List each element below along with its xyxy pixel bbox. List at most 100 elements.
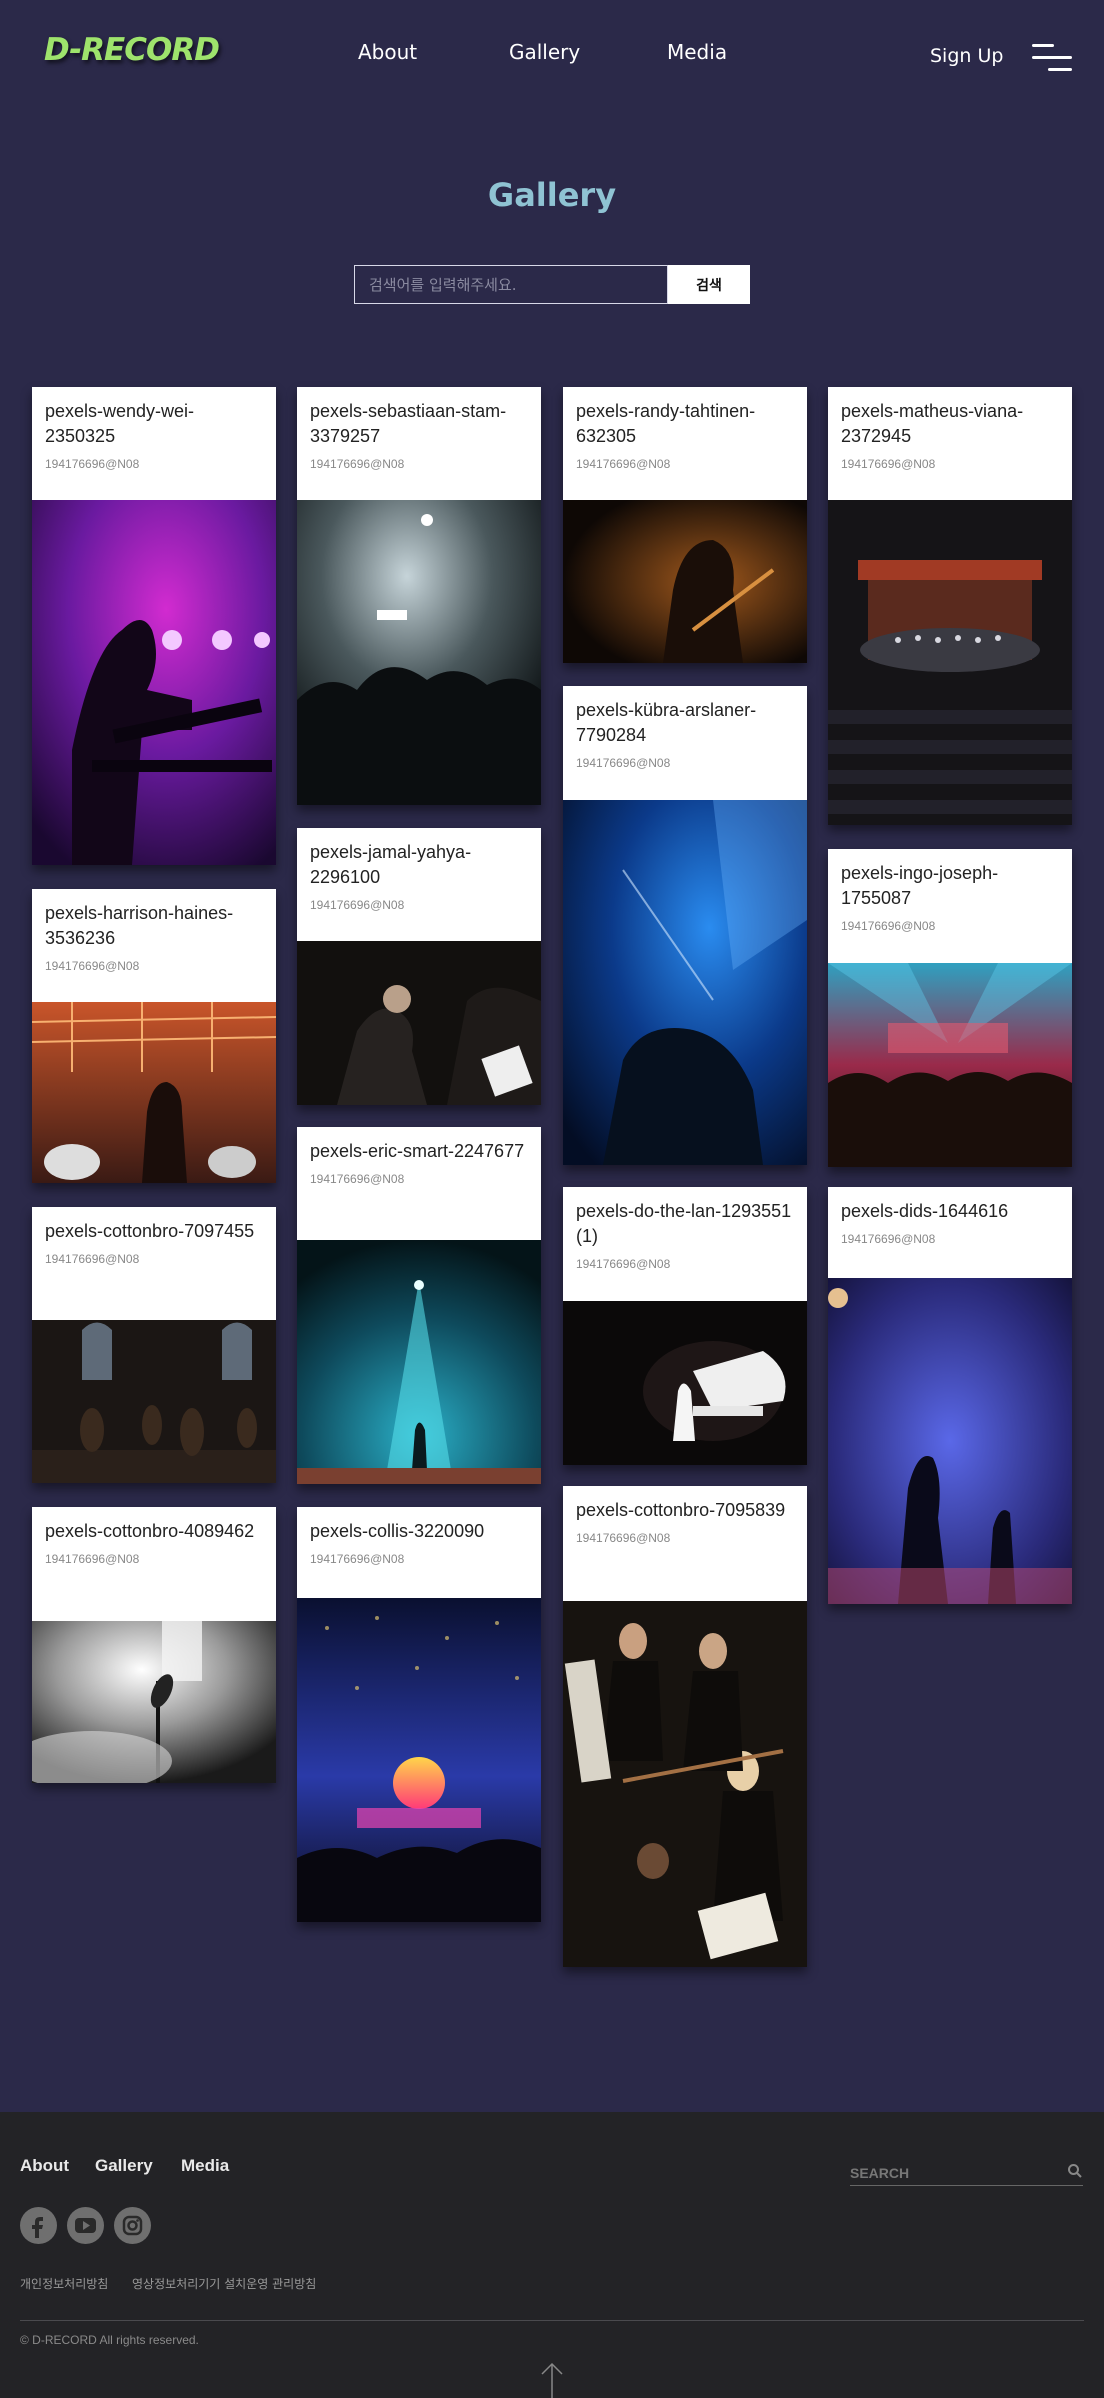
- card-owner: 194176696@N08: [310, 457, 405, 471]
- card-owner: 194176696@N08: [45, 1552, 140, 1566]
- card-title: pexels-sebastiaan-stam-3379257: [310, 401, 507, 446]
- card-title: pexels-matheus-viana-2372945: [841, 401, 1024, 446]
- band-studio-image: [32, 1002, 276, 1183]
- card-header: pexels-randy-tahtinen-632305 194176696@N…: [563, 387, 807, 500]
- card-header: pexels-harrison-haines-3536236 194176696…: [32, 889, 276, 1002]
- card-title: pexels-cottonbro-7095839: [576, 1500, 786, 1520]
- concert-keyboard-image: [32, 500, 276, 865]
- gallery-card[interactable]: pexels-wendy-wei-2350325 194176696@N08: [32, 387, 276, 865]
- card-header: pexels-cottonbro-4089462 194176696@N08: [32, 1507, 276, 1621]
- footer-nav-about[interactable]: About: [20, 2156, 69, 2176]
- string-ensemble-image: [32, 1320, 276, 1483]
- card-owner: 194176696@N08: [841, 1232, 936, 1246]
- card-title: pexels-eric-smart-2247677: [310, 1141, 525, 1161]
- card-title: pexels-collis-3220090: [310, 1521, 485, 1541]
- orchestra-theater-image: [828, 500, 1072, 825]
- card-owner: 194176696@N08: [841, 919, 936, 933]
- gallery-card[interactable]: pexels-randy-tahtinen-632305 194176696@N…: [563, 387, 807, 663]
- copyright: © D-RECORD All rights reserved.: [20, 2333, 199, 2347]
- card-header: pexels-do-the-lan-1293551 (1) 194176696@…: [563, 1187, 807, 1301]
- gallery-card[interactable]: pexels-sebastiaan-stam-3379257 194176696…: [297, 387, 541, 805]
- guitarists-stage-image: [828, 1278, 1072, 1604]
- card-header: pexels-eric-smart-2247677 194176696@N08: [297, 1127, 541, 1240]
- card-header: pexels-sebastiaan-stam-3379257 194176696…: [297, 387, 541, 500]
- gallery-card[interactable]: pexels-harrison-haines-3536236 194176696…: [32, 889, 276, 1183]
- scroll-top-arrow-icon[interactable]: [540, 2362, 564, 2398]
- gallery-card[interactable]: pexels-jamal-yahya-2296100 194176696@N08: [297, 828, 541, 1105]
- gallery-card[interactable]: pexels-do-the-lan-1293551 (1) 194176696@…: [563, 1187, 807, 1465]
- gallery-card[interactable]: pexels-kübra-arslaner-7790284 194176696@…: [563, 686, 807, 1165]
- card-owner: 194176696@N08: [45, 457, 140, 471]
- card-title: pexels-do-the-lan-1293551 (1): [576, 1201, 792, 1246]
- concert-stage-image: [828, 963, 1072, 1167]
- card-title: pexels-randy-tahtinen-632305: [576, 401, 756, 446]
- card-header: pexels-kübra-arslaner-7790284 194176696@…: [563, 686, 807, 800]
- card-title: pexels-jamal-yahya-2296100: [310, 842, 472, 887]
- search-icon[interactable]: [1067, 2163, 1083, 2179]
- card-owner: 194176696@N08: [576, 1531, 671, 1545]
- nav-about[interactable]: About: [358, 40, 417, 64]
- card-owner: 194176696@N08: [45, 959, 140, 973]
- gallery-card[interactable]: pexels-matheus-viana-2372945 194176696@N…: [828, 387, 1072, 825]
- sign-up-link[interactable]: Sign Up: [930, 45, 1003, 67]
- menu-icon[interactable]: [1032, 42, 1072, 74]
- card-owner: 194176696@N08: [310, 1552, 405, 1566]
- festival-confetti-image: [297, 1598, 541, 1922]
- card-owner: 194176696@N08: [45, 1252, 140, 1266]
- card-title: pexels-cottonbro-4089462: [45, 1521, 255, 1541]
- card-header: pexels-jamal-yahya-2296100 194176696@N08: [297, 828, 541, 941]
- microphone-smoke-image: [32, 1621, 276, 1783]
- card-title: pexels-dids-1644616: [841, 1201, 1009, 1221]
- cctv-policy-link[interactable]: 영상정보처리기기 설치운영 관리방침: [132, 2275, 316, 2292]
- gallery-card[interactable]: pexels-eric-smart-2247677 194176696@N08: [297, 1127, 541, 1484]
- card-owner: 194176696@N08: [310, 1172, 405, 1186]
- footer-search[interactable]: SEARCH: [850, 2162, 1083, 2186]
- nav-gallery[interactable]: Gallery: [509, 40, 580, 64]
- card-owner: 194176696@N08: [576, 1257, 671, 1271]
- footer-search-label: SEARCH: [850, 2165, 910, 2181]
- footer: About Gallery Media SEARCH 개인정보처리방침 영상정보…: [0, 2112, 1104, 2398]
- footer-nav-media[interactable]: Media: [181, 2156, 229, 2176]
- grand-piano-image: [563, 1301, 807, 1465]
- footer-nav-gallery[interactable]: Gallery: [95, 2156, 153, 2176]
- card-owner: 194176696@N08: [576, 756, 671, 770]
- header: D-RECORD About Gallery Media Sign Up: [0, 0, 1104, 110]
- card-header: pexels-cottonbro-7095839 194176696@N08: [563, 1486, 807, 1601]
- card-owner: 194176696@N08: [576, 457, 671, 471]
- card-title: pexels-wendy-wei-2350325: [45, 401, 195, 446]
- card-header: pexels-matheus-viana-2372945 194176696@N…: [828, 387, 1072, 500]
- conductor-orchestra-image: [297, 941, 541, 1105]
- concert-crowd-image: [297, 500, 541, 805]
- footer-divider: [20, 2320, 1084, 2321]
- search-button[interactable]: 검색: [668, 265, 750, 304]
- card-header: pexels-wendy-wei-2350325 194176696@N08: [32, 387, 276, 500]
- card-header: pexels-cottonbro-7097455 194176696@N08: [32, 1207, 276, 1320]
- spotlight-stage-image: [297, 1240, 541, 1484]
- privacy-policy-link[interactable]: 개인정보처리방침: [20, 2275, 108, 2292]
- gallery-card[interactable]: pexels-cottonbro-7095839 194176696@N08: [563, 1486, 807, 1967]
- gallery-card[interactable]: pexels-dids-1644616 194176696@N08: [828, 1187, 1072, 1604]
- card-header: pexels-collis-3220090 194176696@N08: [297, 1507, 541, 1598]
- instagram-icon[interactable]: [114, 2207, 151, 2244]
- gallery-card[interactable]: pexels-collis-3220090 194176696@N08: [297, 1507, 541, 1922]
- gallery-search: 검색: [354, 265, 750, 304]
- card-owner: 194176696@N08: [841, 457, 936, 471]
- facebook-icon[interactable]: [20, 2207, 57, 2244]
- youtube-icon[interactable]: [67, 2207, 104, 2244]
- search-input[interactable]: [354, 265, 668, 304]
- gallery-card[interactable]: pexels-ingo-joseph-1755087 194176696@N08: [828, 849, 1072, 1167]
- performer-blue-image: [563, 800, 807, 1165]
- card-header: pexels-dids-1644616 194176696@N08: [828, 1187, 1072, 1278]
- card-title: pexels-cottonbro-7097455: [45, 1221, 255, 1241]
- page-title: Gallery: [487, 176, 617, 214]
- card-header: pexels-ingo-joseph-1755087 194176696@N08: [828, 849, 1072, 963]
- nav-media[interactable]: Media: [667, 40, 727, 64]
- card-title: pexels-harrison-haines-3536236: [45, 903, 234, 948]
- gallery-card[interactable]: pexels-cottonbro-4089462 194176696@N08: [32, 1507, 276, 1783]
- card-title: pexels-ingo-joseph-1755087: [841, 863, 999, 908]
- gallery-card[interactable]: pexels-cottonbro-7097455 194176696@N08: [32, 1207, 276, 1483]
- card-title: pexels-kübra-arslaner-7790284: [576, 700, 757, 745]
- guitarist-dark-image: [563, 500, 807, 663]
- violin-quartet-image: [563, 1601, 807, 1967]
- card-owner: 194176696@N08: [310, 898, 405, 912]
